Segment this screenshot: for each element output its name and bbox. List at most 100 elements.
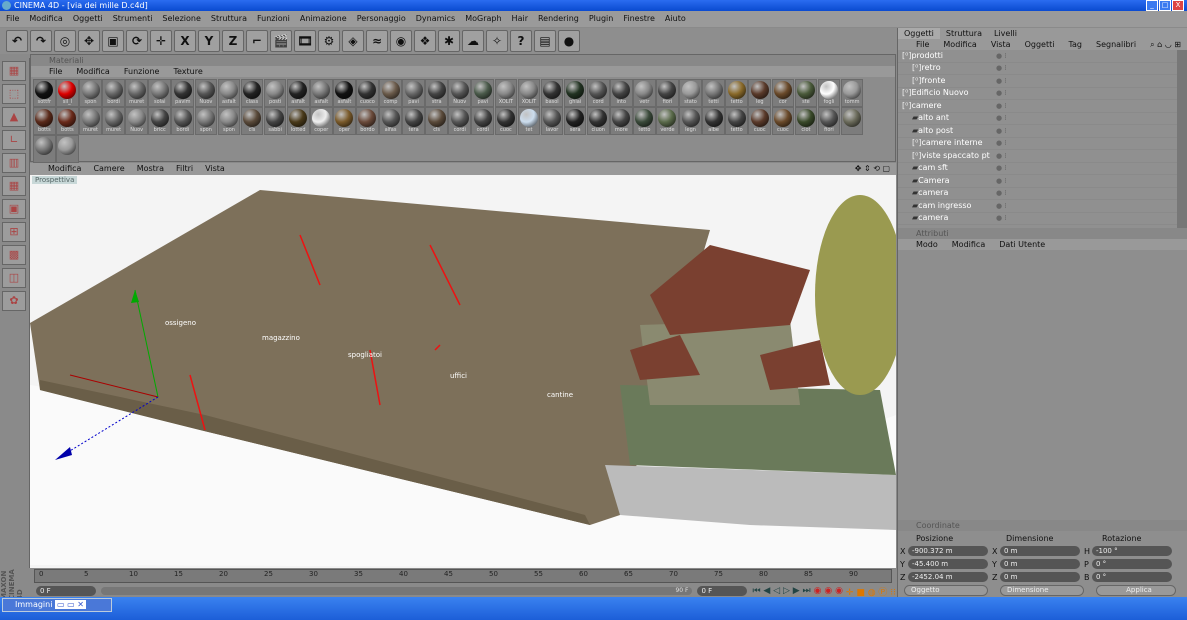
menu-animazione[interactable]: Animazione xyxy=(300,11,347,27)
material-swatch[interactable]: bricc xyxy=(148,107,172,135)
visibility-dots-icon[interactable]: ● ⁞ xyxy=(996,162,1007,175)
material-menu-item[interactable]: Texture xyxy=(173,66,202,77)
material-swatch[interactable]: asfalt xyxy=(333,79,356,107)
material-swatch[interactable]: ste xyxy=(794,79,818,107)
visibility-dots-icon[interactable]: ● ⁞ xyxy=(996,100,1007,113)
globe-icon[interactable]: ● xyxy=(558,30,580,52)
om-menu-item[interactable]: Tag xyxy=(1068,39,1082,50)
rot-field[interactable]: 0 ° xyxy=(1092,559,1172,569)
material-swatch[interactable]: bordo xyxy=(356,107,379,135)
object-row[interactable]: [⁰] fronte ● ⁞ xyxy=(898,75,1177,88)
material-swatch[interactable]: into xyxy=(609,79,633,107)
material-swatch[interactable]: fiori xyxy=(656,79,679,107)
material-swatch[interactable]: tetto xyxy=(725,79,749,107)
object-row[interactable]: ▰ camera ● ⁞ xyxy=(898,213,1177,225)
record-keys-icon[interactable]: ◉ ◉ ◉ xyxy=(814,586,843,596)
object-row[interactable]: ▰ camera ● ⁞ xyxy=(898,188,1177,200)
material-swatch[interactable]: fogli xyxy=(817,79,841,107)
material-swatch[interactable]: botts xyxy=(56,107,79,135)
material-swatch[interactable]: leg xyxy=(748,79,772,107)
material-swatch[interactable] xyxy=(33,135,56,163)
viewport-menu-item[interactable]: Camere xyxy=(93,163,124,175)
material-swatch[interactable]: spon xyxy=(79,79,102,107)
dim-field[interactable]: 0 m xyxy=(1000,572,1080,582)
object-row[interactable]: [⁰] prodotti ● ⁞ xyxy=(898,50,1177,63)
left-tool-icon[interactable]: ▲ xyxy=(2,107,26,127)
render-picture-icon[interactable]: 🎞 xyxy=(294,30,316,52)
material-swatch[interactable]: pavi xyxy=(402,79,425,107)
move-icon[interactable]: ✥ xyxy=(78,30,100,52)
material-swatch[interactable]: cordi xyxy=(471,107,495,135)
left-tool-icon[interactable]: ∟ xyxy=(2,130,26,150)
live-select-icon[interactable]: ◎ xyxy=(54,30,76,52)
material-swatch[interactable]: bordi xyxy=(102,79,125,107)
pos-field[interactable]: -45.400 m xyxy=(908,559,988,569)
om-menu-item[interactable]: Vista xyxy=(991,39,1011,50)
menu-modifica[interactable]: Modifica xyxy=(29,11,62,27)
menu-oggetti[interactable]: Oggetti xyxy=(73,11,103,27)
material-swatch[interactable]: cuoc xyxy=(494,107,518,135)
render-settings-icon[interactable]: ⚙ xyxy=(318,30,340,52)
material-swatch[interactable] xyxy=(56,135,79,163)
material-swatch[interactable]: cls xyxy=(240,107,264,135)
window-buttons-icon[interactable]: ▭ ▭ ✕ xyxy=(55,600,86,609)
material-swatch[interactable]: oper xyxy=(333,107,356,135)
visibility-dots-icon[interactable]: ● ⁞ xyxy=(996,175,1007,188)
material-swatch[interactable]: tomm xyxy=(840,79,864,107)
tab-struttura[interactable]: Struttura xyxy=(940,28,988,39)
menu-dynamics[interactable]: Dynamics xyxy=(416,11,455,27)
scale-icon[interactable]: ▣ xyxy=(102,30,124,52)
menu-aiuto[interactable]: Aiuto xyxy=(665,11,686,27)
material-swatch[interactable] xyxy=(840,107,864,135)
object-row[interactable]: [⁰] retro ● ⁞ xyxy=(898,63,1177,75)
material-swatch[interactable]: asfalt xyxy=(286,79,310,107)
x-axis-icon[interactable]: X xyxy=(174,30,196,52)
material-swatch[interactable]: tera xyxy=(402,107,425,135)
material-swatch[interactable]: comp xyxy=(379,79,402,107)
menu-mograph[interactable]: MoGraph xyxy=(465,11,501,27)
render-view-icon[interactable]: 🎬 xyxy=(270,30,292,52)
z-axis-icon[interactable]: Z xyxy=(222,30,244,52)
menu-struttura[interactable]: Struttura xyxy=(211,11,247,27)
close-button[interactable]: X xyxy=(1172,0,1184,11)
material-swatch[interactable]: muret xyxy=(102,107,125,135)
material-swatch[interactable]: vetr xyxy=(633,79,656,107)
object-row[interactable]: [⁰] viste spaccato pt ● ⁞ xyxy=(898,150,1177,163)
coordinate-system-icon[interactable]: ⌐ xyxy=(246,30,268,52)
nurbs-icon[interactable]: ◉ xyxy=(390,30,412,52)
object-row[interactable]: ▰ alto post ● ⁞ xyxy=(898,125,1177,138)
help-icon[interactable]: ? xyxy=(510,30,532,52)
material-swatch[interactable]: posti xyxy=(263,79,287,107)
rot-field[interactable]: -100 ° xyxy=(1092,546,1172,556)
material-swatch[interactable]: sabbi xyxy=(263,107,287,135)
menu-funzioni[interactable]: Funzioni xyxy=(257,11,290,27)
rot-field[interactable]: 0 ° xyxy=(1092,572,1172,582)
material-swatch[interactable]: basol xyxy=(540,79,564,107)
menu-rendering[interactable]: Rendering xyxy=(538,11,579,27)
material-swatch[interactable]: coper xyxy=(309,107,333,135)
material-menu-item[interactable]: Funzione xyxy=(124,66,160,77)
attr-menu-item[interactable]: Dati Utente xyxy=(999,239,1045,250)
material-swatch[interactable]: cord xyxy=(586,79,610,107)
taskbar-item-immagini[interactable]: Immagini ▭ ▭ ✕ xyxy=(2,598,112,612)
visibility-dots-icon[interactable]: ● ⁞ xyxy=(996,112,1007,125)
material-swatch[interactable]: albe xyxy=(702,107,725,135)
material-swatch[interactable]: pavim xyxy=(171,79,195,107)
move-icon[interactable]: ✛ xyxy=(150,30,172,52)
maximize-button[interactable]: □ xyxy=(1159,0,1171,11)
material-swatch[interactable]: sottfr xyxy=(33,79,56,107)
deformer-icon[interactable]: ✱ xyxy=(438,30,460,52)
material-swatch[interactable]: tet xyxy=(517,107,541,135)
coordinate-mode-select[interactable]: Oggetto xyxy=(904,584,988,596)
material-swatch[interactable]: Nuov xyxy=(194,79,218,107)
material-swatch[interactable]: cuoc xyxy=(771,107,795,135)
size-mode-select[interactable]: Dimensione xyxy=(1000,584,1084,596)
viewport-menu-item[interactable]: Vista xyxy=(205,163,225,175)
material-menu-item[interactable]: File xyxy=(49,66,62,77)
material-swatch[interactable]: spon xyxy=(217,107,241,135)
material-swatch[interactable]: muret xyxy=(79,107,102,135)
material-swatch[interactable]: muret xyxy=(125,79,148,107)
pos-field[interactable]: -2452.04 m xyxy=(908,572,988,582)
timeline-ruler[interactable]: 0 5 10 15 20 25 30 35 40 45 50 55 60 65 70 75 80 85 90 xyxy=(34,569,892,583)
object-row[interactable]: ▰ cam sft ● ⁞ xyxy=(898,162,1177,175)
